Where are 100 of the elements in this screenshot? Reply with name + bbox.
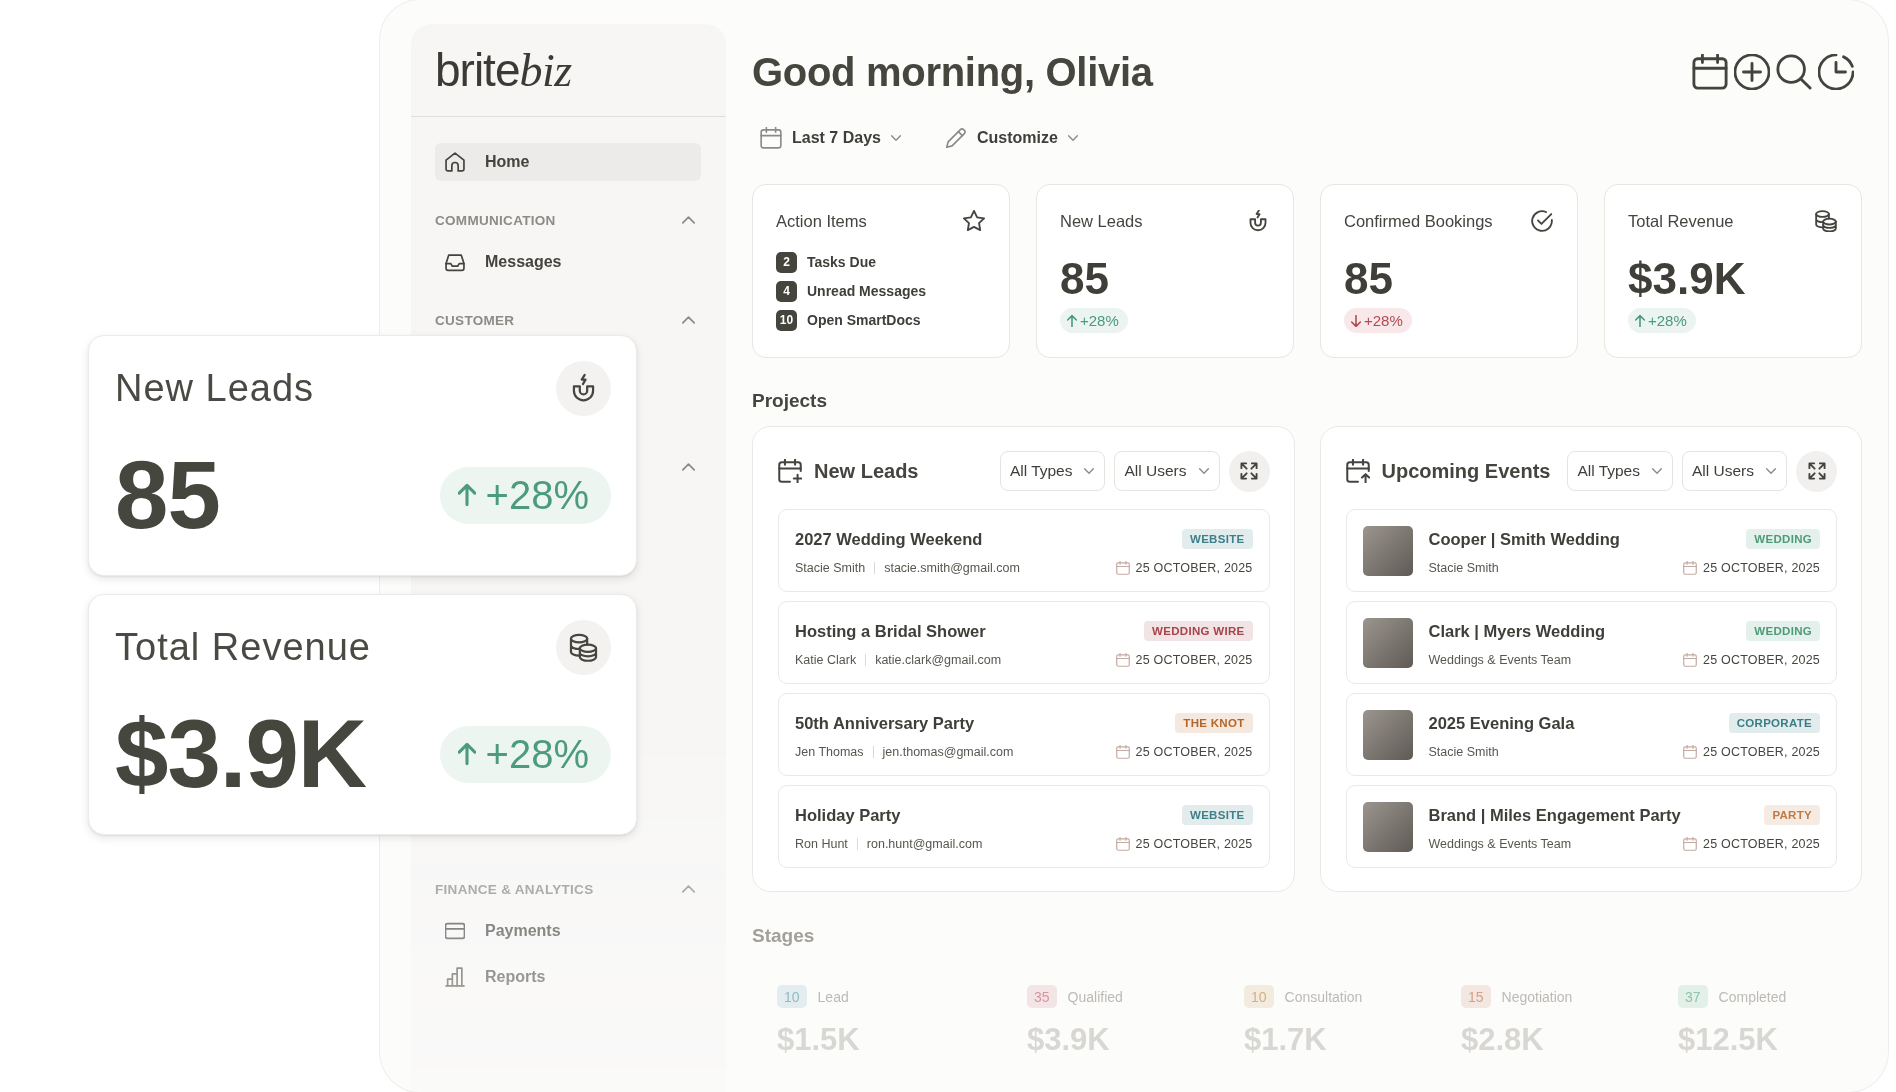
type-filter-dropdown[interactable]: All Types — [1567, 451, 1673, 491]
panel-title: New Leads — [814, 459, 919, 483]
stat-value: 85 — [115, 445, 220, 545]
contact-email: stacie.smith@gmail.com — [884, 561, 1020, 575]
lead-item[interactable]: 50th Anniversary Party THE KNOT Jen Thomas jen.thomas@gmail.com 25 OCTOBER, 2025 — [778, 693, 1270, 776]
card-title: Total Revenue — [1628, 211, 1734, 231]
source-tag: WEDDING — [1746, 621, 1820, 641]
photo-placeholder — [1362, 526, 1413, 576]
coins-icon — [1815, 210, 1837, 232]
source-tag: WEDDING WIRE — [1144, 621, 1253, 641]
event-item[interactable]: Brand | Miles Engagement Party PARTY Weddings & Events Team 25 OCTOBER, 2025 — [1345, 785, 1837, 868]
card-title: New Leads — [1060, 211, 1143, 231]
calendar-icon — [1683, 837, 1698, 851]
calendar-icon — [1683, 653, 1698, 667]
chevron-down-icon — [890, 135, 901, 141]
contact-email: katie.clark@gmail.com — [875, 653, 1002, 667]
page-title: Good morning, Olivia — [752, 49, 1153, 96]
source-tag: THE KNOT — [1175, 713, 1253, 733]
lead-item[interactable]: Holiday Party WEBSITE Ron Hunt ron.hunt@gmail.com 25 OCTOBER, 2025 — [778, 785, 1270, 868]
contact-name: Stacie Smith — [1428, 745, 1499, 759]
user-filter-dropdown[interactable]: All Users — [1682, 451, 1787, 491]
chevron-down-icon — [1198, 468, 1209, 474]
item-title: Cooper | Smith Wedding — [1428, 529, 1620, 549]
event-date: 25 OCTOBER, 2025 — [1703, 745, 1820, 759]
lead-item[interactable]: Hosting a Bridal Shower WEDDING WIRE Katie Clark katie.clark@gmail.com 25 OCTOBER, 2025 — [778, 601, 1270, 684]
event-date: 25 OCTOBER, 2025 — [1135, 653, 1253, 667]
contact-email: jen.thomas@gmail.com — [882, 745, 1014, 759]
user-filter-dropdown[interactable]: All Users — [1114, 451, 1220, 491]
stage-label: Lead — [817, 988, 849, 1005]
stage-label: Negotiation — [1501, 988, 1573, 1005]
expand-button[interactable] — [1228, 450, 1270, 492]
stage-count: 10 — [777, 985, 807, 1008]
change-value: +28% — [1080, 312, 1119, 329]
event-date: 25 OCTOBER, 2025 — [1135, 561, 1253, 575]
clock-icon[interactable] — [1818, 54, 1854, 90]
lead-item[interactable]: 2027 Wedding Weekend WEBSITE Stacie Smith stacie.smith@gmail.com 25 OCTOBER, 2025 — [778, 509, 1270, 592]
item-title: Clark | Myers Wedding — [1428, 621, 1606, 641]
change-value: +28% — [485, 731, 589, 777]
calendar-icon[interactable] — [1692, 54, 1728, 90]
coins-icon — [556, 620, 611, 675]
contact-email: ron.hunt@gmail.com — [866, 837, 983, 851]
photo-placeholder — [1362, 802, 1413, 852]
type-filter-dropdown[interactable]: All Types — [999, 451, 1106, 491]
calendar-arrow-up-icon — [1345, 459, 1370, 483]
nav-item[interactable]: Messages — [435, 243, 701, 281]
search-icon[interactable] — [1776, 54, 1812, 90]
chevron-up-icon[interactable] — [682, 463, 695, 471]
calendar-icon — [1683, 745, 1698, 759]
contact-name: Weddings & Events Team — [1428, 837, 1572, 851]
event-date: 25 OCTOBER, 2025 — [1135, 837, 1253, 851]
calendar-icon — [760, 127, 782, 149]
count-badge: 2 — [776, 251, 797, 273]
stat-value: $3.9K — [115, 704, 367, 804]
count-badge: 4 — [776, 280, 797, 302]
contact-name: Stacie Smith — [1428, 561, 1499, 575]
count-badge: 10 — [776, 309, 797, 331]
event-date: 25 OCTOBER, 2025 — [1703, 837, 1820, 851]
chevron-down-icon — [1084, 468, 1095, 474]
stage-count: 35 — [1027, 985, 1057, 1008]
event-item[interactable]: 2025 Evening Gala CORPORATE Stacie Smith 25 OCTOBER, 2025 — [1345, 693, 1837, 776]
arrow-up-icon — [457, 742, 476, 766]
arrow-up-icon — [1067, 314, 1077, 327]
section-title: FINANCE & ANALYTICS — [435, 881, 594, 897]
stage-count: 37 — [1678, 985, 1708, 1008]
source-tag: WEBSITE — [1182, 805, 1253, 825]
source-tag: CORPORATE — [1728, 713, 1820, 733]
chevron-up-icon[interactable] — [682, 216, 695, 224]
stage-label: Qualified — [1067, 988, 1123, 1005]
customize-dropdown[interactable]: Customize — [936, 122, 1086, 154]
change-value: +28% — [485, 472, 589, 518]
event-item[interactable]: Clark | Myers Wedding WEDDING Weddings & Events Team 25 OCTOBER, 2025 — [1345, 601, 1837, 684]
section-title: CUSTOMER — [435, 312, 515, 328]
item-title: Holiday Party — [795, 805, 901, 825]
bar-chart-icon — [445, 967, 465, 987]
nav-item[interactable]: Home — [435, 143, 701, 181]
card-title: Total Revenue — [115, 626, 371, 669]
photo-placeholder — [1362, 618, 1413, 668]
arrow-down-icon — [1351, 314, 1361, 327]
source-tag: WEDDING — [1746, 529, 1820, 549]
date-range-dropdown[interactable]: Last 7 Days — [752, 122, 909, 154]
stage-count: 15 — [1461, 985, 1491, 1008]
contact-name: Weddings & Events Team — [1428, 653, 1572, 667]
stat-value: 85 — [1344, 255, 1393, 303]
item-title: Brand | Miles Engagement Party — [1428, 805, 1681, 825]
item-title: 2027 Wedding Weekend — [795, 529, 983, 549]
section-heading: Projects — [752, 389, 827, 413]
chevron-up-icon[interactable] — [682, 316, 695, 324]
source-tag: PARTY — [1764, 805, 1820, 825]
arrow-up-icon — [457, 483, 476, 507]
card-title: New Leads — [115, 367, 315, 410]
event-date: 25 OCTOBER, 2025 — [1135, 745, 1253, 759]
calendar-icon — [1115, 653, 1130, 667]
arrow-up-icon — [1635, 314, 1645, 327]
chevron-down-icon — [1652, 468, 1662, 474]
item-title: 2025 Evening Gala — [1428, 713, 1575, 733]
chevron-down-icon — [1766, 468, 1776, 474]
action-item-label: Unread Messages — [807, 283, 927, 299]
event-item[interactable]: Cooper | Smith Wedding WEDDING Stacie Smith 25 OCTOBER, 2025 — [1345, 509, 1837, 592]
expand-button[interactable] — [1796, 450, 1837, 492]
event-date: 25 OCTOBER, 2025 — [1703, 561, 1820, 575]
